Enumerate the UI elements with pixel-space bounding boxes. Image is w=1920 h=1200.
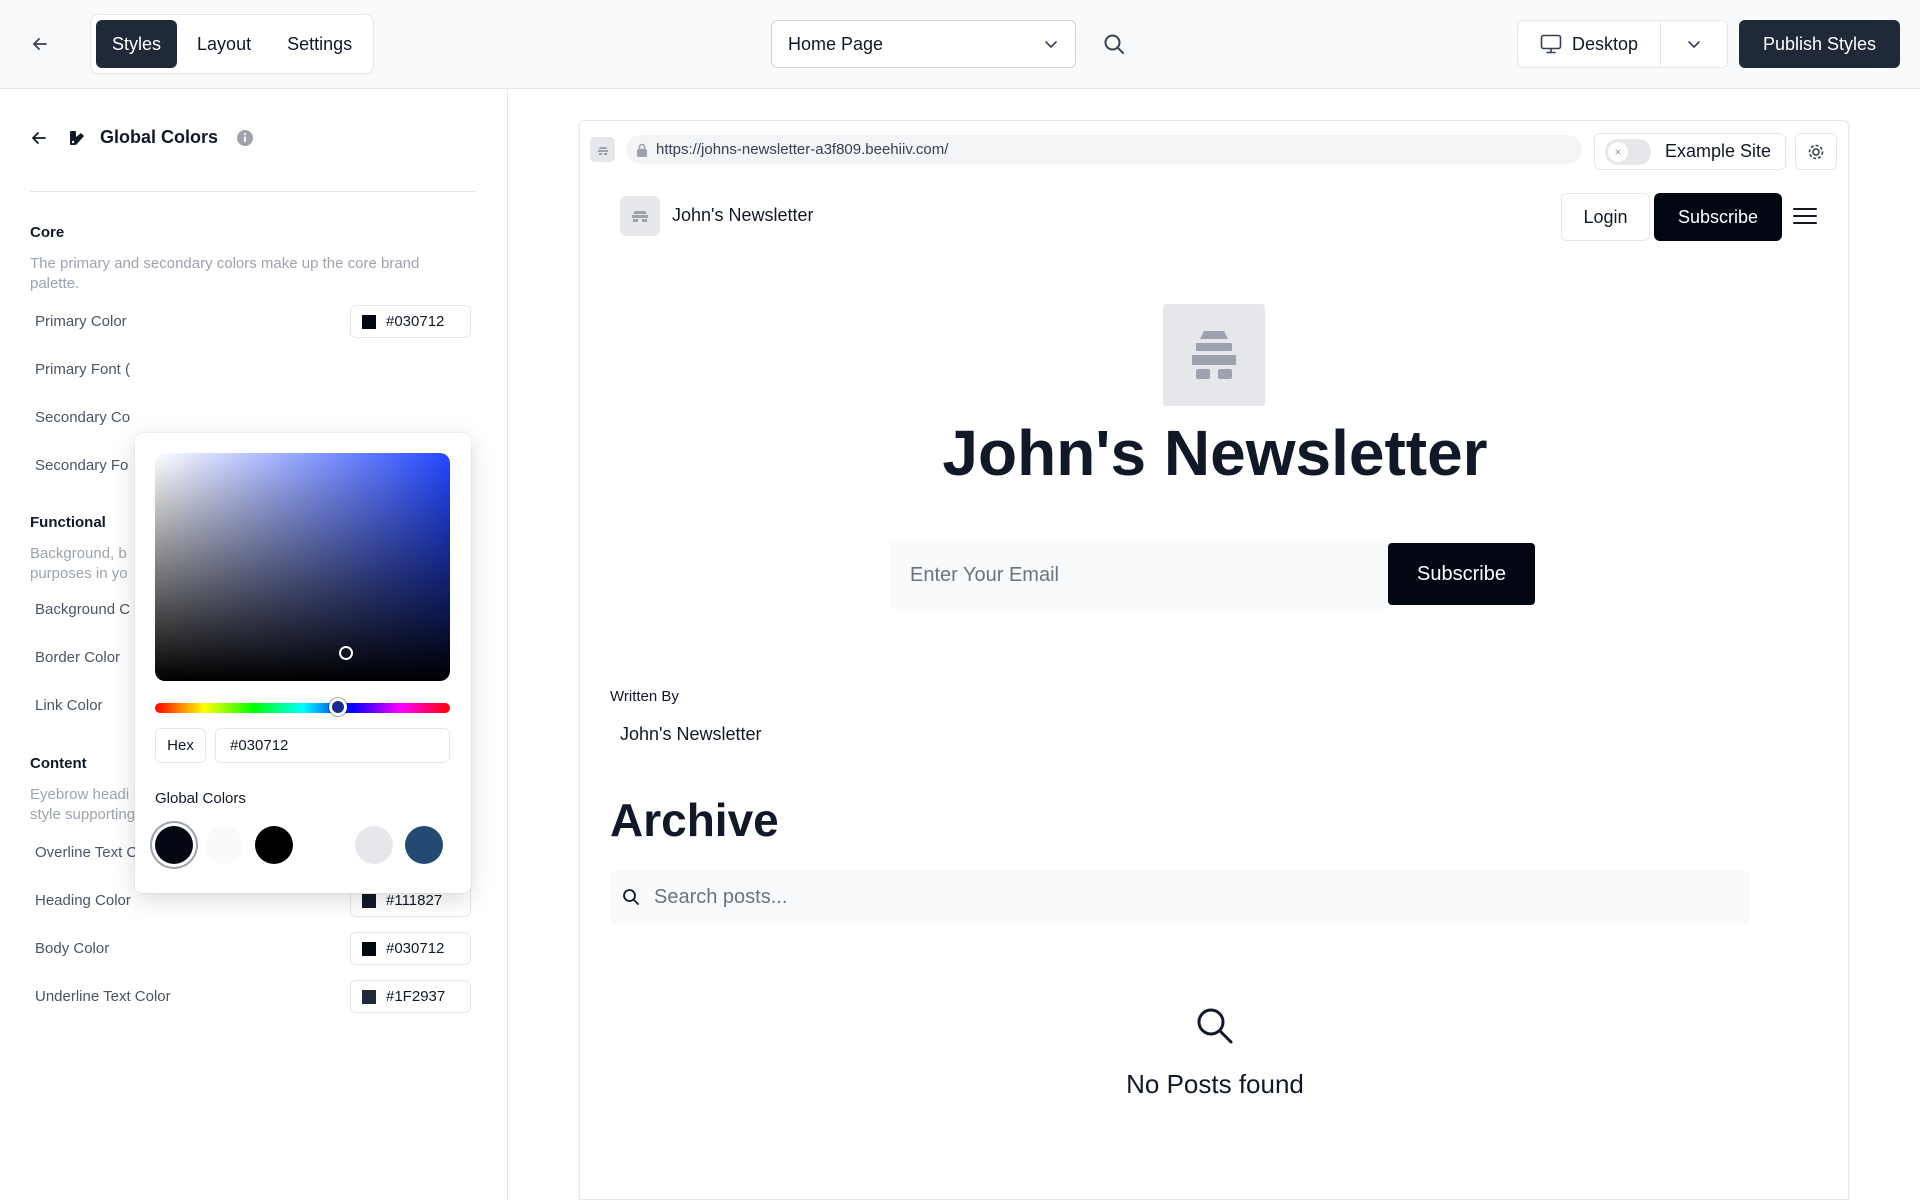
- panel-title: Global Colors: [100, 127, 219, 147]
- page-select[interactable]: Home Page: [771, 20, 1076, 68]
- preset-swatch-0[interactable]: [155, 826, 193, 864]
- panel-header: Global Colors: [30, 127, 254, 148]
- color-value: #111827: [386, 892, 443, 909]
- styles-panel: Global Colors Core The primary and secon…: [0, 89, 508, 1200]
- login-button[interactable]: Login: [1561, 193, 1650, 241]
- preset-swatch-4[interactable]: [355, 826, 393, 864]
- color-picker-popover: Hex Global Colors: [135, 433, 471, 893]
- device-label: Desktop: [1572, 33, 1639, 54]
- example-site-label: Example Site: [1665, 141, 1772, 161]
- saturation-area[interactable]: [155, 453, 450, 681]
- color-mode-select[interactable]: Hex: [155, 728, 206, 763]
- row-label-primary-color: Primary Color: [35, 313, 127, 330]
- color-value: #030712: [386, 313, 445, 330]
- example-site-switch[interactable]: ×: [1605, 138, 1651, 165]
- preset-swatch-5[interactable]: [405, 826, 443, 864]
- search-icon: [623, 889, 639, 905]
- example-site-toggle: × Example Site: [1594, 133, 1786, 170]
- global-colors-label: Global Colors: [155, 790, 246, 807]
- lock-icon: [637, 143, 647, 157]
- preview-url-bar: https://johns-newsletter-a3f809.beehiiv.…: [590, 133, 1840, 170]
- search-posts-input[interactable]: [654, 885, 1738, 909]
- close-icon: ×: [1608, 141, 1628, 162]
- back-arrow-icon[interactable]: [22, 26, 58, 62]
- back-arrow-icon[interactable]: [30, 129, 48, 147]
- row-label-background-color: Background C: [35, 601, 131, 618]
- color-swatch: [362, 893, 376, 908]
- site-name[interactable]: John's Newsletter: [672, 205, 814, 226]
- tab-layout[interactable]: Layout: [181, 20, 267, 68]
- color-swatch: [362, 989, 376, 1004]
- divider: [30, 191, 476, 192]
- hero-logo: [1163, 304, 1265, 406]
- search-icon[interactable]: [1096, 26, 1132, 62]
- row-label-link-color: Link Color: [35, 697, 103, 714]
- color-swatch: [362, 314, 376, 329]
- section-title-content: Content: [30, 755, 87, 772]
- archive-title: Archive: [610, 794, 779, 846]
- url-text: https://johns-newsletter-a3f809.beehiiv.…: [656, 141, 949, 158]
- hex-input[interactable]: [215, 728, 450, 763]
- palette-icon: [70, 130, 84, 145]
- device-dropdown[interactable]: [1661, 21, 1727, 67]
- preset-swatch-1[interactable]: [205, 826, 243, 864]
- row-label-underline-text-color: Underline Text Color: [35, 988, 171, 1005]
- row-label-primary-font: Primary Font (: [35, 361, 131, 378]
- color-value: #030712: [386, 940, 445, 957]
- hero-title: John's Newsletter: [942, 417, 1488, 489]
- tab-settings[interactable]: Settings: [271, 20, 368, 68]
- empty-state-text: No Posts found: [1126, 1069, 1304, 1099]
- chevron-down-icon: [1045, 41, 1057, 49]
- color-value: #1F2937: [386, 988, 446, 1005]
- device-button[interactable]: Desktop: [1518, 21, 1662, 67]
- hero-subscribe-button[interactable]: Subscribe: [1388, 543, 1535, 605]
- saturation-handle[interactable]: [339, 646, 353, 660]
- hue-slider[interactable]: [155, 703, 450, 713]
- section-title-functional: Functional: [30, 514, 106, 531]
- written-by-label: Written By: [610, 688, 679, 705]
- url-field[interactable]: https://johns-newsletter-a3f809.beehiiv.…: [626, 135, 1582, 164]
- preset-swatch-3[interactable]: [305, 826, 343, 864]
- publish-styles-button[interactable]: Publish Styles: [1739, 20, 1900, 68]
- hue-slider-handle[interactable]: [329, 698, 347, 716]
- top-toolbar: Styles Layout Settings Home Page Desktop…: [0, 0, 1920, 89]
- chevron-down-icon: [1688, 41, 1700, 49]
- row-label-secondary-color: Secondary Co: [35, 409, 131, 426]
- subscribe-button[interactable]: Subscribe: [1654, 193, 1782, 241]
- site-logo[interactable]: [620, 196, 660, 236]
- favicon-icon: [590, 137, 615, 162]
- search-icon: [1197, 1008, 1233, 1044]
- gear-icon[interactable]: [1795, 133, 1837, 170]
- page-select-value: Home Page: [788, 33, 884, 54]
- editor-tabs: Styles Layout Settings: [90, 14, 375, 74]
- email-input[interactable]: [890, 541, 1390, 609]
- color-swatch: [362, 941, 376, 956]
- primary-color-swatch[interactable]: #030712: [350, 305, 471, 338]
- underline-text-color-swatch[interactable]: #1F2937: [350, 980, 471, 1013]
- row-label-secondary-font: Secondary Fo: [35, 457, 129, 474]
- section-title-core: Core: [30, 224, 65, 241]
- row-label-body-color: Body Color: [35, 940, 110, 957]
- preset-swatch-2[interactable]: [255, 826, 293, 864]
- monitor-icon: [1540, 34, 1562, 54]
- device-switcher: Desktop: [1517, 20, 1728, 68]
- hamburger-menu-icon[interactable]: [1790, 201, 1820, 231]
- section-desc-core: The primary and secondary colors make up…: [30, 255, 420, 292]
- body-color-swatch[interactable]: #030712: [350, 932, 471, 965]
- archive-search: [610, 870, 1750, 924]
- info-icon[interactable]: [236, 129, 254, 147]
- row-label-border-color: Border Color: [35, 649, 121, 666]
- site-preview: https://johns-newsletter-a3f809.beehiiv.…: [579, 120, 1849, 1200]
- tab-styles[interactable]: Styles: [96, 20, 178, 68]
- author-name[interactable]: John's Newsletter: [620, 724, 762, 745]
- row-label-heading-color: Heading Color: [35, 892, 131, 909]
